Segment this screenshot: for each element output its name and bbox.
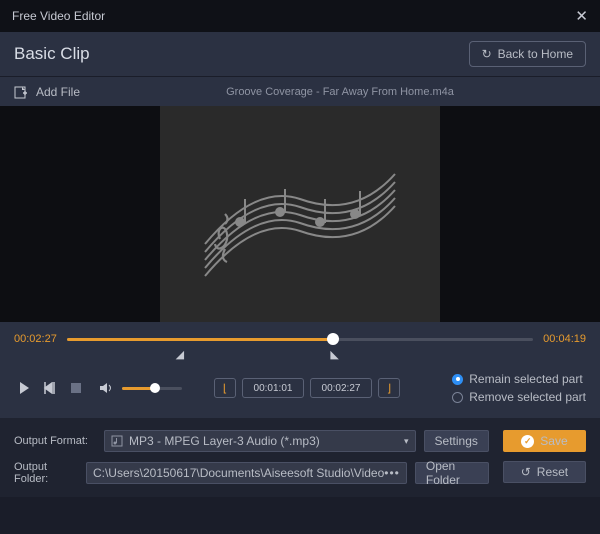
window-title: Free Video Editor — [12, 9, 105, 23]
reset-button[interactable]: ↺ Reset — [503, 461, 586, 483]
check-icon: ✓ — [521, 435, 534, 448]
back-arrow-icon: ↻ — [482, 47, 492, 61]
folder-value: C:\Users\20150617\Documents\Aiseesoft St… — [93, 466, 384, 480]
seek-thumb[interactable] — [327, 333, 339, 345]
set-end-bracket-button[interactable]: ⌋ — [378, 378, 400, 398]
titlebar: Free Video Editor ✕ — [0, 0, 600, 32]
output-folder-field[interactable]: C:\Users\20150617\Documents\Aiseesoft St… — [86, 462, 407, 484]
output-format-label: Output Format: — [14, 435, 96, 447]
volume-slider[interactable] — [122, 387, 182, 390]
format-type-icon — [111, 435, 123, 447]
add-file-button[interactable]: Add File — [14, 85, 80, 99]
controls-bar: ⌊ 00:01:01 00:02:27 ⌋ Remain selected pa… — [0, 364, 600, 418]
total-time: 00:04:19 — [543, 333, 586, 345]
remove-label: Remove selected part — [469, 390, 586, 404]
close-icon[interactable]: ✕ — [575, 7, 588, 25]
output-panel: Output Format: MP3 - MPEG Layer-3 Audio … — [0, 418, 600, 497]
add-file-icon — [14, 85, 28, 99]
reset-icon: ↺ — [521, 465, 531, 479]
output-folder-label: Output Folder: — [14, 461, 78, 485]
output-format-combo[interactable]: MP3 - MPEG Layer-3 Audio (*.mp3) ▾ — [104, 430, 416, 452]
page-title: Basic Clip — [14, 44, 90, 64]
remove-selected-radio[interactable]: Remove selected part — [452, 390, 586, 404]
current-filename: Groove Coverage - Far Away From Home.m4a — [94, 86, 586, 98]
seek-track[interactable] — [67, 332, 533, 346]
clip-end-marker-icon[interactable]: ◣ — [330, 348, 338, 361]
current-time: 00:02:27 — [14, 333, 57, 345]
end-time-field[interactable]: 00:02:27 — [310, 378, 372, 398]
start-time-field[interactable]: 00:01:01 — [242, 378, 304, 398]
add-file-label: Add File — [36, 85, 80, 99]
music-art-icon — [195, 144, 405, 284]
back-label: Back to Home — [498, 47, 573, 61]
chevron-down-icon: ▾ — [404, 436, 409, 447]
stop-button[interactable] — [66, 378, 86, 398]
volume-thumb[interactable] — [150, 383, 160, 393]
preview-canvas — [160, 106, 440, 322]
save-button[interactable]: ✓ Save — [503, 430, 586, 452]
header: Basic Clip ↻ Back to Home — [0, 32, 600, 76]
clip-start-marker-icon[interactable]: ◢ — [176, 348, 184, 361]
timeline: 00:02:27 00:04:19 ◢ ◣ — [0, 322, 600, 364]
open-folder-button[interactable]: Open Folder — [415, 462, 489, 484]
format-value: MP3 - MPEG Layer-3 Audio (*.mp3) — [129, 434, 320, 448]
reset-label: Reset — [537, 465, 568, 479]
play-button[interactable] — [14, 378, 34, 398]
remain-selected-radio[interactable]: Remain selected part — [452, 372, 586, 386]
settings-button[interactable]: Settings — [424, 430, 489, 452]
step-button[interactable] — [40, 378, 60, 398]
remain-label: Remain selected part — [469, 372, 582, 386]
save-label: Save — [540, 434, 567, 448]
set-start-bracket-button[interactable]: ⌊ — [214, 378, 236, 398]
file-bar: Add File Groove Coverage - Far Away From… — [0, 76, 600, 106]
preview-area — [0, 106, 600, 322]
radio-dot-icon — [452, 374, 463, 385]
browse-icon[interactable]: ••• — [384, 466, 400, 480]
back-to-home-button[interactable]: ↻ Back to Home — [469, 41, 586, 67]
radio-dot-icon — [452, 392, 463, 403]
volume-icon[interactable] — [96, 378, 116, 398]
